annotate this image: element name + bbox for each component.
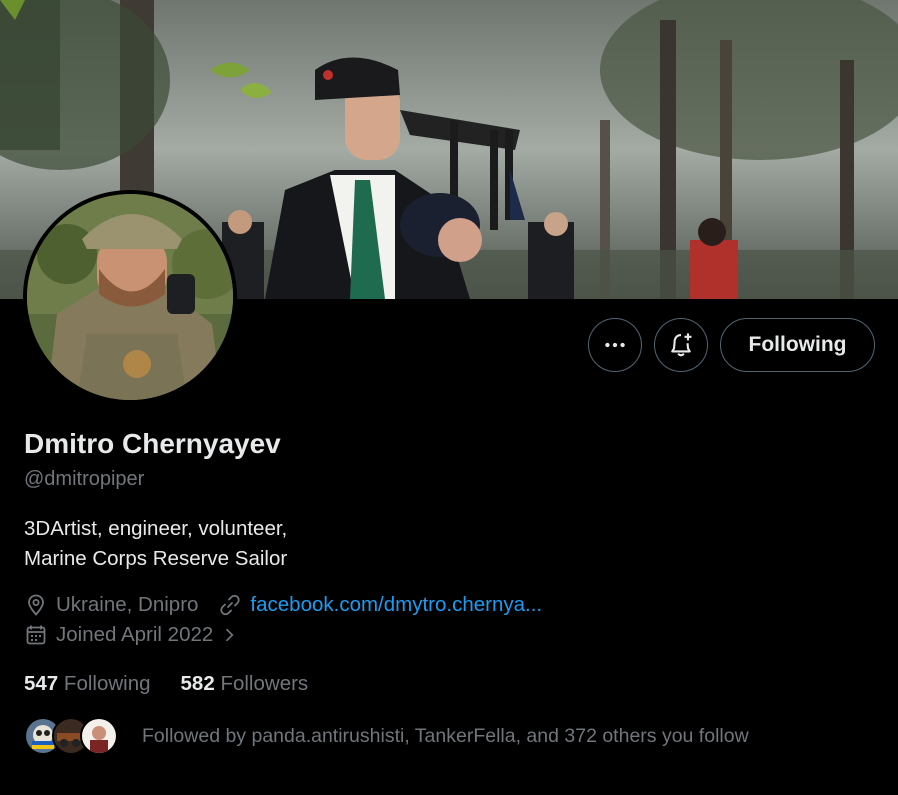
followers-label: Followers — [220, 672, 309, 695]
following-button[interactable]: Following — [720, 318, 875, 372]
link-icon — [220, 594, 241, 616]
avatar-image — [27, 194, 233, 400]
followed-by[interactable]: Followed by panda.antirushisti, TankerFe… — [24, 717, 749, 755]
calendar-icon — [26, 625, 46, 645]
location-pin-icon — [28, 594, 44, 616]
more-icon — [605, 342, 625, 348]
profile-handle: @dmitropiper — [24, 468, 145, 490]
profile-bio: 3DArtist, engineer, volunteer, Marine Co… — [24, 514, 287, 574]
profile-meta: Ukraine, Dnipro facebook.com/dmytro.cher… — [24, 593, 542, 617]
following-stat[interactable]: 547 Following — [24, 672, 151, 696]
followers-stat[interactable]: 582 Followers — [181, 672, 309, 696]
follower-avatar — [80, 717, 118, 755]
more-button[interactable] — [588, 318, 642, 372]
bio-line: Marine Corps Reserve Sailor — [24, 547, 288, 570]
bell-plus-icon — [671, 333, 692, 357]
profile-name: Dmitro Chernyayev — [24, 428, 281, 459]
avatar[interactable] — [23, 190, 237, 404]
profile-stats: 547 Following 582 Followers — [24, 672, 308, 696]
joined-row[interactable]: Joined April 2022 — [24, 623, 247, 647]
joined-text: Joined April 2022 — [56, 623, 214, 646]
chevron-right-icon — [226, 628, 234, 642]
following-count: 547 — [24, 672, 59, 695]
followers-count: 582 — [180, 672, 215, 695]
notify-button[interactable] — [654, 318, 708, 372]
location-text: Ukraine, Dnipro — [56, 593, 199, 616]
website-link[interactable]: facebook.com/dmytro.chernya... — [250, 593, 542, 617]
bio-line: 3DArtist, engineer, volunteer, — [24, 517, 288, 540]
followed-by-text: Followed by panda.antirushisti, TankerFe… — [142, 724, 749, 747]
following-label: Following — [63, 672, 151, 695]
